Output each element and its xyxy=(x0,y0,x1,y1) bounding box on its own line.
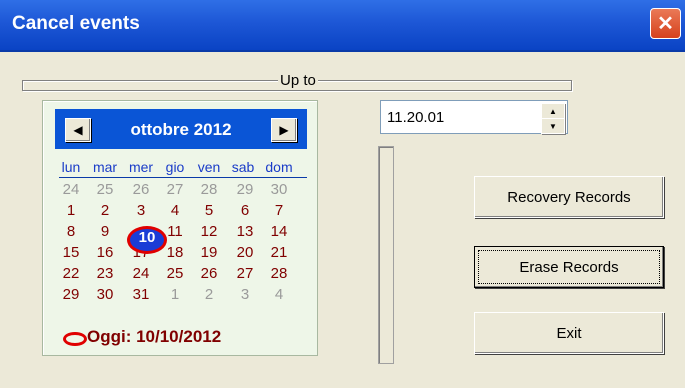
vertical-separator xyxy=(378,146,394,364)
next-month-button[interactable]: ▶ xyxy=(271,118,297,142)
calendar-day[interactable]: 2 xyxy=(93,202,117,219)
calendar-day[interactable]: 26 xyxy=(197,265,221,282)
spin-up-button[interactable]: ▲ xyxy=(541,103,565,119)
calendar-day[interactable]: 23 xyxy=(93,265,117,282)
calendar-day[interactable]: 29 xyxy=(233,181,257,198)
spin-down-icon: ▼ xyxy=(549,121,557,131)
cancel-events-dialog: Cancel events ✕ Up to ◀ ottobre 2012 ▶ l… xyxy=(0,0,685,388)
calendar-day[interactable]: 4 xyxy=(163,202,187,219)
calendar-day[interactable]: 27 xyxy=(163,181,187,198)
erase-records-button[interactable]: Erase Records xyxy=(474,246,664,288)
calendar-day[interactable]: 31 xyxy=(129,286,153,303)
weekday-label: sab xyxy=(231,159,255,175)
calendar-day[interactable]: 1 xyxy=(163,286,187,303)
close-icon: ✕ xyxy=(657,13,674,35)
calendar-day[interactable]: 3 xyxy=(233,286,257,303)
time-input[interactable]: 11.20.01 ▲ ▼ xyxy=(380,100,568,134)
spin-down-button[interactable]: ▼ xyxy=(541,118,565,134)
weekday-label: mer xyxy=(128,159,154,175)
calendar-day[interactable]: 13 xyxy=(233,223,257,240)
spin-up-icon: ▲ xyxy=(549,106,557,116)
calendar-day[interactable]: 28 xyxy=(197,181,221,198)
weekday-label: ven xyxy=(197,159,221,175)
calendar-day[interactable]: 1 xyxy=(59,202,83,219)
month-label[interactable]: ottobre 2012 xyxy=(55,120,307,140)
calendar-day[interactable]: 25 xyxy=(93,181,117,198)
calendar-day[interactable]: 14 xyxy=(267,223,291,240)
calendar-day[interactable]: 19 xyxy=(197,244,221,261)
today-link[interactable]: Oggi: 10/10/2012 xyxy=(87,327,221,347)
selected-day[interactable]: 10 xyxy=(127,229,167,246)
calendar-day[interactable]: 24 xyxy=(59,181,83,198)
calendar-day[interactable]: 18 xyxy=(163,244,187,261)
calendar-header: ◀ ottobre 2012 ▶ xyxy=(55,109,307,149)
month-calendar[interactable]: ◀ ottobre 2012 ▶ lun mar mer gio ven sab… xyxy=(42,100,318,356)
calendar-day[interactable]: 25 xyxy=(163,265,187,282)
window-title: Cancel events xyxy=(12,13,140,34)
weekday-label: mar xyxy=(92,159,118,175)
calendar-day[interactable]: 15 xyxy=(59,244,83,261)
today-marker-icon xyxy=(63,332,87,346)
calendar-day[interactable]: 29 xyxy=(59,286,83,303)
calendar-day[interactable]: 7 xyxy=(267,202,291,219)
calendar-day[interactable]: 5 xyxy=(197,202,221,219)
arrow-right-icon: ▶ xyxy=(279,123,289,137)
close-button[interactable]: ✕ xyxy=(650,8,681,39)
weekday-label: gio xyxy=(165,159,185,175)
time-value: 11.20.01 xyxy=(387,109,445,126)
calendar-day[interactable]: 9 xyxy=(93,223,117,240)
weekday-label: lun xyxy=(61,159,81,175)
title-bar: Cancel events ✕ xyxy=(0,0,685,52)
calendar-day[interactable]: 28 xyxy=(267,265,291,282)
exit-button[interactable]: Exit xyxy=(474,312,664,354)
weekday-label: dom xyxy=(265,159,293,175)
weekday-header: lun mar mer gio ven sab dom xyxy=(59,159,307,178)
calendar-day[interactable]: 21 xyxy=(267,244,291,261)
recovery-records-button[interactable]: Recovery Records xyxy=(474,176,664,218)
calendar-day[interactable]: 26 xyxy=(129,181,153,198)
calendar-day[interactable]: 30 xyxy=(267,181,291,198)
calendar-day[interactable]: 3 xyxy=(129,202,153,219)
calendar-day[interactable]: 20 xyxy=(233,244,257,261)
calendar-day[interactable]: 27 xyxy=(233,265,257,282)
calendar-day[interactable]: 12 xyxy=(197,223,221,240)
calendar-day[interactable]: 6 xyxy=(233,202,257,219)
calendar-day[interactable]: 22 xyxy=(59,265,83,282)
calendar-day[interactable]: 8 xyxy=(59,223,83,240)
calendar-day[interactable]: 30 xyxy=(93,286,117,303)
calendar-day[interactable]: 16 xyxy=(93,244,117,261)
calendar-day[interactable]: 2 xyxy=(197,286,221,303)
calendar-day[interactable]: 4 xyxy=(267,286,291,303)
calendar-day[interactable]: 24 xyxy=(129,265,153,282)
up-to-label: Up to xyxy=(278,72,318,89)
